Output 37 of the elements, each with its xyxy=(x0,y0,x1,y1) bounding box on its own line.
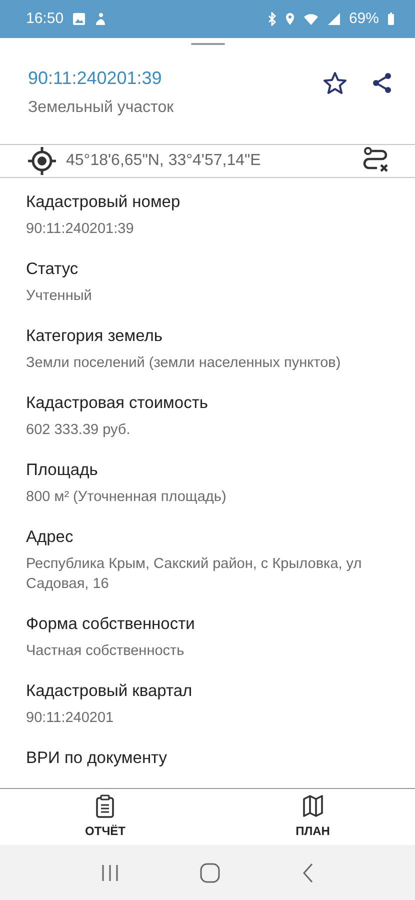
battery-level: 69% xyxy=(348,8,379,29)
field-label: Форма собственности xyxy=(26,614,196,634)
field-label: Кадастровый квартал xyxy=(26,681,194,701)
location-target-icon[interactable] xyxy=(26,145,58,177)
map-icon xyxy=(302,794,324,818)
plan-button[interactable]: ПЛАН xyxy=(286,792,340,842)
field-label: Площадь xyxy=(26,460,99,480)
share-icon[interactable] xyxy=(371,71,393,95)
wifi-icon xyxy=(302,12,319,26)
report-button[interactable]: ОТЧЁТ xyxy=(75,792,136,842)
field-value: 800 м² (Уточненная площадь) xyxy=(26,488,228,507)
notification-icon xyxy=(94,12,106,26)
drag-handle[interactable] xyxy=(190,43,224,45)
field-label: Адрес xyxy=(26,527,74,547)
star-icon[interactable] xyxy=(323,71,347,95)
status-time: 16:50 xyxy=(26,8,64,29)
field-label: Категория земель xyxy=(26,326,164,346)
image-icon xyxy=(72,12,86,26)
field-value: Учтенный xyxy=(26,287,93,306)
object-type: Земельный участок xyxy=(28,98,174,118)
field-label: Статус xyxy=(26,259,80,279)
location-icon xyxy=(284,12,295,26)
field-value: Земли поселений (земли населенных пунктов) xyxy=(26,354,342,373)
object-title: 90:11:240201:39 xyxy=(28,67,163,90)
field-value: Частная собственность xyxy=(26,642,186,661)
field-label: ВРИ по документу xyxy=(26,748,168,768)
field-label: Кадастровая стоимость xyxy=(26,393,209,413)
battery-icon xyxy=(387,12,395,26)
field-label: Кадастровый номер xyxy=(26,192,182,212)
field-value: 90:11:240201:39 xyxy=(26,220,135,239)
field-value: 90:11:240201 xyxy=(26,709,115,728)
field-value: 602 333.39 руб. xyxy=(26,421,132,440)
clipboard-icon xyxy=(94,794,116,818)
field-value: Республика Крым, Сакский район, с Крыловка, ул Садовая, 16 xyxy=(26,555,363,594)
bluetooth-icon xyxy=(266,12,277,26)
coordinates-text: 45°18'6,65"N, 33°4'57,14"E xyxy=(66,151,262,171)
signal-icon xyxy=(326,12,341,26)
